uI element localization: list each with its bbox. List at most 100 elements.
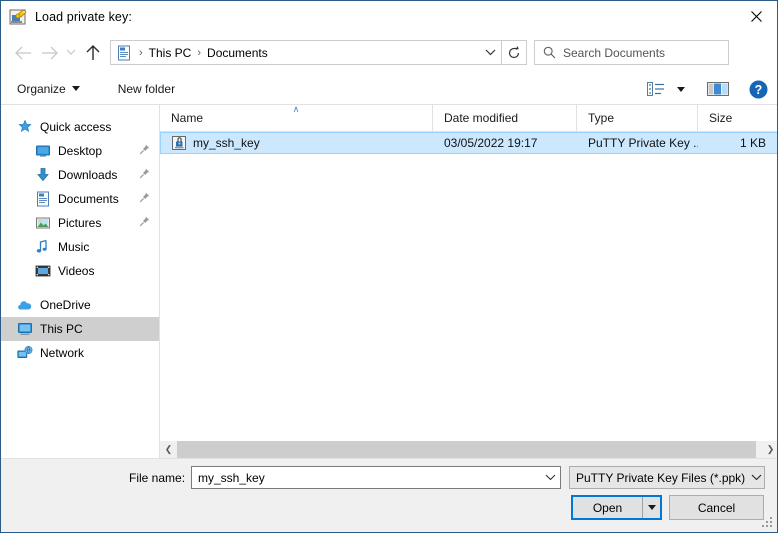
scrollbar-thumb[interactable] <box>177 441 757 458</box>
file-rows: my_ssh_key 03/05/2022 19:17 PuTTY Privat… <box>160 132 777 154</box>
file-name-input[interactable]: my_ssh_key <box>191 466 561 489</box>
sidebar-item-label: Pictures <box>58 216 102 230</box>
file-size-cell: 1 KB <box>739 136 766 150</box>
documents-icon <box>35 191 51 207</box>
sidebar-item-this-pc[interactable]: This PC <box>1 317 159 341</box>
breadcrumb-this-pc[interactable]: This PC <box>147 46 194 60</box>
sidebar-item-videos[interactable]: Videos <box>1 259 159 283</box>
new-folder-label: New folder <box>117 81 176 96</box>
column-header-size[interactable]: Size <box>698 105 777 131</box>
sort-ascending-icon: ∧ <box>292 105 300 114</box>
onedrive-icon <box>17 297 33 313</box>
scrollbar-track[interactable] <box>177 441 762 458</box>
column-header-row: ∧ Name Date modified Type Size <box>160 105 777 132</box>
chevron-down-icon[interactable] <box>671 76 691 102</box>
organize-label: Organize <box>17 81 66 96</box>
sidebar-item-network[interactable]: Network <box>1 341 159 365</box>
sidebar-item-label: Videos <box>58 264 95 278</box>
pin-icon[interactable] <box>139 216 150 230</box>
search-input[interactable]: Search Documents <box>563 46 665 60</box>
navigation-sidebar: Quick access Desktop Downloads Documents… <box>1 105 160 462</box>
chevron-down-icon[interactable] <box>540 467 560 488</box>
help-icon[interactable]: ? <box>743 76 773 102</box>
column-header-label: Name <box>171 111 204 125</box>
column-header-label: Date modified <box>444 111 519 125</box>
table-row[interactable]: my_ssh_key 03/05/2022 19:17 PuTTY Privat… <box>160 132 777 154</box>
file-name-text: my_ssh_key <box>193 136 260 150</box>
sidebar-item-quick-access[interactable]: Quick access <box>1 115 159 139</box>
column-header-name[interactable]: ∧ Name <box>160 105 433 131</box>
desktop-icon <box>35 143 51 159</box>
file-type-filter-dropdown[interactable]: PuTTY Private Key Files (*.ppk) <box>569 466 765 489</box>
preview-pane-icon[interactable] <box>703 76 733 102</box>
sidebar-item-onedrive[interactable]: OneDrive <box>1 293 159 317</box>
organize-button[interactable]: Organize <box>9 78 88 100</box>
list-view-icon[interactable] <box>641 76 671 102</box>
navigation-bar: › This PC › Documents Search Documents <box>1 32 777 73</box>
sidebar-top-gap <box>1 105 159 115</box>
pin-icon[interactable] <box>139 144 150 158</box>
chevron-down-icon <box>71 86 80 91</box>
column-header-type[interactable]: Type <box>577 105 698 131</box>
sidebar-item-label: Documents <box>58 192 119 206</box>
sidebar-item-label: Network <box>40 346 85 360</box>
file-list-pane: ∧ Name Date modified Type Size my_ssh_ke… <box>160 105 777 462</box>
file-name-cell: my_ssh_key <box>161 135 433 151</box>
sidebar-item-label: This PC <box>40 322 83 336</box>
file-name-label: File name: <box>129 471 186 485</box>
this-pc-icon <box>17 321 33 337</box>
sidebar-item-documents[interactable]: Documents <box>1 187 159 211</box>
sidebar-item-label: Downloads <box>58 168 118 182</box>
chevron-down-icon <box>647 505 656 510</box>
column-header-date-modified[interactable]: Date modified <box>433 105 577 131</box>
horizontal-scrollbar[interactable]: ❮ ❯ <box>160 441 777 458</box>
new-folder-button[interactable]: New folder <box>110 78 183 100</box>
open-dropdown-arrow[interactable] <box>643 497 660 518</box>
column-header-label: Size <box>709 111 733 125</box>
pin-icon[interactable] <box>139 192 150 206</box>
sidebar-item-pictures[interactable]: Pictures <box>1 211 159 235</box>
resize-grip[interactable] <box>762 517 774 529</box>
chevron-down-icon[interactable] <box>745 467 767 488</box>
column-header-label: Type <box>588 111 615 125</box>
file-type-cell: PuTTY Private Key ... <box>588 136 698 150</box>
sidebar-item-music[interactable]: Music <box>1 235 159 259</box>
arrow-left-icon[interactable] <box>10 40 36 66</box>
arrow-right-icon[interactable] <box>36 40 62 66</box>
downloads-icon <box>35 167 51 183</box>
breadcrumb-separator: › <box>197 46 202 59</box>
cancel-button[interactable]: Cancel <box>669 495 764 520</box>
search-box[interactable]: Search Documents <box>534 40 729 65</box>
sidebar-item-label: Desktop <box>58 144 103 158</box>
chevron-down-icon[interactable] <box>62 40 80 66</box>
file-type-filter-value: PuTTY Private Key Files (*.ppk) <box>576 470 746 485</box>
breadcrumb-separator: › <box>139 46 143 59</box>
window-title: Load private key: <box>35 9 132 24</box>
documents-folder-icon <box>116 45 132 61</box>
music-icon <box>35 239 51 255</box>
svg-text:?: ? <box>754 83 762 97</box>
arrow-up-icon[interactable] <box>80 40 106 66</box>
load-private-key-dialog: Load private key: › This PC › Documents … <box>0 0 778 533</box>
close-button[interactable] <box>733 1 777 31</box>
open-split-button[interactable]: Open <box>571 495 662 520</box>
address-bar[interactable]: › This PC › Documents <box>110 40 502 65</box>
star-pin-icon <box>17 119 33 135</box>
chevron-down-icon[interactable] <box>479 41 501 64</box>
refresh-icon[interactable] <box>502 40 527 65</box>
ppk-file-icon <box>171 135 187 151</box>
command-bar-right: ? <box>641 73 773 105</box>
scroll-right-arrow-icon[interactable]: ❯ <box>762 441 777 458</box>
open-button[interactable]: Open <box>573 497 643 518</box>
breadcrumb-documents[interactable]: Documents <box>205 46 270 60</box>
file-date-cell: 03/05/2022 19:17 <box>444 136 538 150</box>
pin-icon[interactable] <box>139 168 150 182</box>
file-name-value: my_ssh_key <box>198 470 265 485</box>
sidebar-item-desktop[interactable]: Desktop <box>1 139 159 163</box>
sidebar-item-downloads[interactable]: Downloads <box>1 163 159 187</box>
putty-key-icon <box>8 7 28 27</box>
scroll-left-arrow-icon[interactable]: ❮ <box>160 441 177 458</box>
search-icon <box>539 46 559 59</box>
title-bar: Load private key: <box>1 1 777 32</box>
